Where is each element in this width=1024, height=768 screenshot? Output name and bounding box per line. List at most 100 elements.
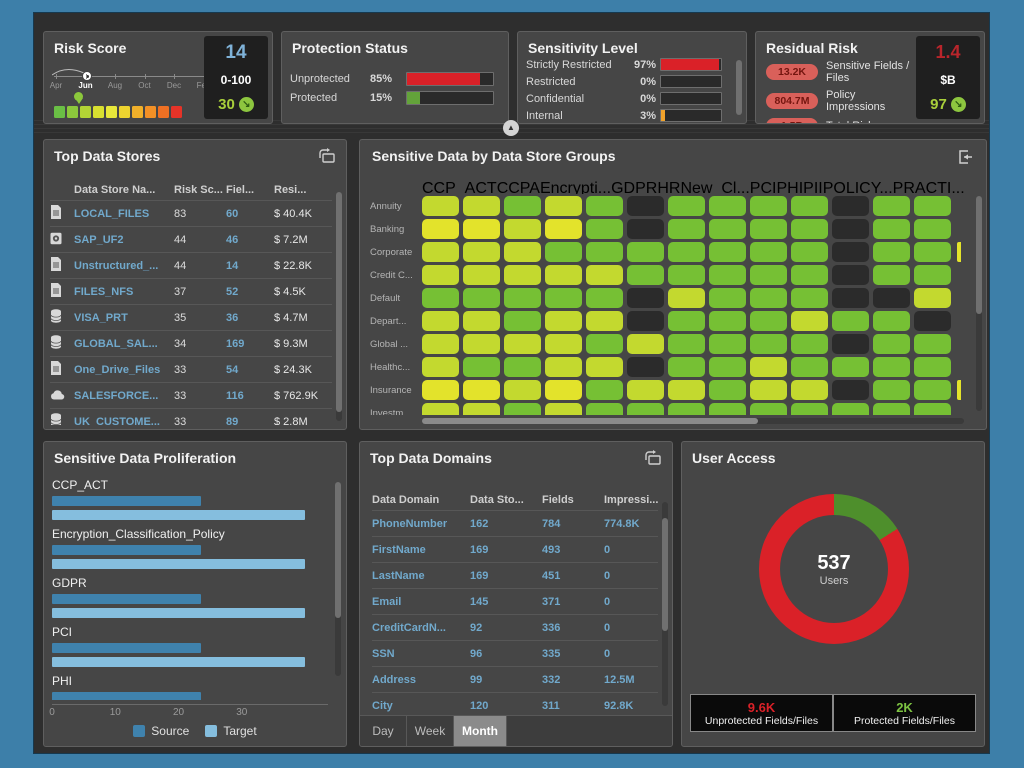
heatmap-cell[interactable] (627, 311, 664, 331)
table-row[interactable]: LOCAL_FILES8360$ 40.4K (50, 200, 332, 226)
heatmap-row-label[interactable]: Insurance (366, 385, 422, 396)
heatmap-cell[interactable] (791, 311, 828, 331)
heatmap-cell[interactable] (586, 265, 623, 285)
heatmap-cell[interactable] (545, 311, 582, 331)
heatmap-cell[interactable] (709, 403, 746, 415)
heatmap-row-label[interactable]: Corporate (366, 247, 422, 258)
data-store-name-link[interactable]: FILES_NFS (74, 286, 174, 298)
heatmap-cell[interactable] (873, 334, 910, 354)
fields-link[interactable]: 169 (226, 338, 274, 350)
heatmap-column-header[interactable]: POLICY... (823, 180, 893, 194)
data-store-name-link[interactable]: GLOBAL_SAL... (74, 338, 174, 350)
heatmap-cell[interactable] (504, 265, 541, 285)
heatmap-cell[interactable] (586, 357, 623, 377)
heatmap-cell[interactable] (832, 334, 869, 354)
heatmap-cell[interactable] (709, 311, 746, 331)
fields-link[interactable]: 46 (226, 234, 274, 246)
heatmap-cell[interactable] (791, 265, 828, 285)
data-domain-link[interactable]: City (372, 700, 470, 712)
heatmap-cell[interactable] (504, 219, 541, 239)
heatmap-cell[interactable] (750, 242, 787, 262)
heatmap-cell[interactable] (709, 380, 746, 400)
target-bar[interactable] (52, 510, 305, 520)
heatmap-cell[interactable] (668, 242, 705, 262)
heatmap-cell[interactable] (463, 403, 500, 415)
column-header[interactable]: Fiel... (226, 184, 274, 196)
flip-chart-icon[interactable] (316, 148, 336, 169)
table-row[interactable]: CreditCardN...923360 (372, 614, 658, 640)
heatmap-cell[interactable] (504, 403, 541, 415)
heatmap-cell[interactable] (422, 242, 459, 262)
heatmap-cell[interactable] (463, 288, 500, 308)
tab-day[interactable]: Day (360, 716, 407, 746)
heatmap-cell[interactable] (791, 403, 828, 415)
table-row[interactable]: PhoneNumber162784774.8K (372, 510, 658, 536)
heatmap-cell[interactable] (627, 380, 664, 400)
fields-link[interactable]: 116 (226, 390, 274, 402)
heatmap-cell[interactable] (873, 196, 910, 216)
heatmap-cell[interactable] (545, 403, 582, 415)
data-domain-link[interactable]: SSN (372, 648, 470, 660)
heatmap-cell[interactable] (586, 196, 623, 216)
heatmap-cell[interactable] (750, 334, 787, 354)
heatmap-cell[interactable] (545, 357, 582, 377)
column-header[interactable]: Data Domain (372, 494, 470, 506)
heatmap-cell[interactable] (873, 219, 910, 239)
heatmap-cell[interactable] (545, 219, 582, 239)
legend-item[interactable]: Target (205, 724, 256, 738)
fields-link[interactable]: 60 (226, 208, 274, 220)
heatmap-cell[interactable] (873, 288, 910, 308)
heatmap-cell[interactable] (750, 311, 787, 331)
source-bar[interactable] (52, 643, 201, 653)
timeline-month-label[interactable]: Dec (167, 81, 181, 90)
data-store-name-link[interactable]: VISA_PRT (74, 312, 174, 324)
heatmap-cell[interactable] (914, 311, 951, 331)
heatmap-cell[interactable] (873, 265, 910, 285)
heatmap-cell[interactable] (709, 357, 746, 377)
table-row[interactable]: FILES_NFS3752$ 4.5K (50, 278, 332, 304)
heatmap-cell[interactable] (422, 380, 459, 400)
heatmap-cell[interactable] (832, 403, 869, 415)
column-header[interactable]: Resi... (274, 184, 332, 196)
data-store-name-link[interactable]: LOCAL_FILES (74, 208, 174, 220)
heatmap-cell[interactable] (422, 196, 459, 216)
table-row[interactable]: Unstructured_...4414$ 22.8K (50, 252, 332, 278)
fields-link[interactable]: 52 (226, 286, 274, 298)
heatmap-cell[interactable] (873, 311, 910, 331)
heatmap-cell[interactable] (463, 311, 500, 331)
tab-month[interactable]: Month (454, 716, 507, 746)
export-icon[interactable] (956, 148, 974, 171)
heatmap-cell[interactable] (832, 311, 869, 331)
scrollbar[interactable] (336, 192, 342, 421)
heatmap-cell[interactable] (791, 196, 828, 216)
heatmap-row-label[interactable]: Investm (366, 408, 422, 416)
tab-week[interactable]: Week (407, 716, 454, 746)
heatmap-cell[interactable] (873, 403, 910, 415)
heatmap-cell[interactable] (750, 288, 787, 308)
heatmap-column-header[interactable]: CCP_ACT (422, 180, 497, 194)
heatmap-cell[interactable] (832, 288, 869, 308)
heatmap-cell[interactable] (586, 334, 623, 354)
fields-link[interactable]: 54 (226, 364, 274, 376)
heatmap-cell[interactable] (914, 403, 951, 415)
heatmap-cell[interactable] (668, 265, 705, 285)
heatmap-cell[interactable] (545, 334, 582, 354)
data-store-name-link[interactable]: One_Drive_Files (74, 364, 174, 376)
heatmap-cell[interactable] (709, 334, 746, 354)
heatmap-cell[interactable] (422, 334, 459, 354)
heatmap-cell[interactable] (873, 380, 910, 400)
heatmap-cell[interactable] (586, 380, 623, 400)
heatmap-cell[interactable] (627, 196, 664, 216)
table-row[interactable]: SAP_UF24446$ 7.2M (50, 226, 332, 252)
heatmap-cell[interactable] (832, 196, 869, 216)
heatmap-cell[interactable] (914, 380, 951, 400)
legend-item[interactable]: Source (133, 724, 189, 738)
heatmap-row-label[interactable]: Annuity (366, 201, 422, 212)
heatmap-cell[interactable] (586, 242, 623, 262)
column-header[interactable]: Data Sto... (470, 494, 542, 506)
source-bar[interactable] (52, 496, 201, 506)
heatmap-cell[interactable] (545, 265, 582, 285)
data-domain-link[interactable]: CreditCardN... (372, 622, 470, 634)
scrollbar[interactable] (662, 502, 668, 706)
scrollbar[interactable] (976, 196, 982, 411)
